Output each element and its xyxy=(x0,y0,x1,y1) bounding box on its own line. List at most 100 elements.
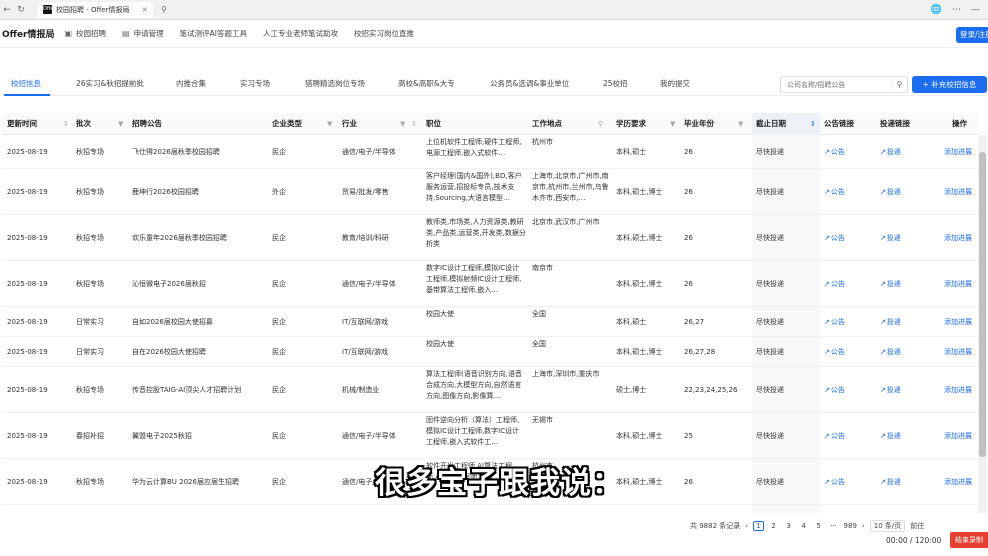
th-location[interactable]: 工作地点 ⚲ xyxy=(532,113,612,135)
filter-icon[interactable]: ▼ xyxy=(327,113,332,135)
add-progress-link[interactable]: 添加进展 xyxy=(944,215,978,261)
apply-link[interactable]: ↗投递 xyxy=(880,307,936,337)
apply-link[interactable]: ↗投递 xyxy=(880,413,936,459)
notice-link[interactable]: ↗公告 xyxy=(824,307,876,337)
search-input[interactable] xyxy=(781,77,891,92)
page-ellipsis[interactable]: ··· xyxy=(829,522,839,530)
nav-direct-referral[interactable]: 校招实习岗位直推 xyxy=(354,28,414,39)
th-apply-link[interactable]: 投递链接 xyxy=(880,113,936,135)
sort-icon[interactable]: ⇕ xyxy=(63,113,69,135)
th-notice-link[interactable]: 公告链接 xyxy=(824,113,876,135)
notice-link[interactable]: ↗公告 xyxy=(824,169,876,215)
add-progress-link[interactable]: 添加进展 xyxy=(944,459,978,505)
th-grad-year[interactable]: 毕业年份 ▼ xyxy=(684,113,750,135)
apply-link[interactable]: ↗投递 xyxy=(880,169,936,215)
apply-link[interactable]: ↗投递 xyxy=(880,215,936,261)
th-batch[interactable]: 批次 ▼ xyxy=(76,113,128,135)
stop-recording-button[interactable]: 结束录制 xyxy=(950,532,988,548)
tab-campus-info[interactable]: 校招信息 xyxy=(11,78,41,89)
back-icon[interactable]: ← xyxy=(0,5,14,15)
page-4[interactable]: 4 xyxy=(799,522,809,530)
login-button[interactable]: 登录/注册 xyxy=(956,27,988,43)
th-industry[interactable]: 行业 ▼ ⇕ xyxy=(342,113,422,135)
page-5[interactable]: 5 xyxy=(814,522,824,530)
next-page-icon[interactable]: › xyxy=(862,522,865,530)
tab-intern[interactable]: 实习专场 xyxy=(240,78,270,89)
globe-icon[interactable]: 🌐 xyxy=(931,5,942,15)
page-1[interactable]: 1 xyxy=(753,521,764,531)
add-campus-info-button[interactable]: + 补充校招信息 xyxy=(912,76,987,93)
th-notice[interactable]: 招聘公告 xyxy=(132,113,262,135)
cell-notice[interactable]: 飞仕得2026届秋季校园招聘 xyxy=(132,135,268,169)
notice-link[interactable]: ↗公告 xyxy=(824,215,876,261)
tab-liepin[interactable]: 猎聘精选岗位专场 xyxy=(305,78,365,89)
nav-campus-recruit[interactable]: ▣ 校园招聘 xyxy=(64,28,106,39)
tab-college[interactable]: 高校&高职&大专 xyxy=(398,78,455,89)
cell-notice[interactable]: 自如2026届校园大使招募 xyxy=(132,307,268,337)
add-progress-link[interactable]: 添加进展 xyxy=(944,413,978,459)
more-icon[interactable]: ⋯ xyxy=(952,5,961,15)
cell-notice[interactable]: 自在2026校园大使招聘 xyxy=(132,337,268,367)
notice-link[interactable]: ↗公告 xyxy=(824,367,876,413)
cell-date: 2025-08-19 xyxy=(7,148,48,156)
apply-link[interactable]: ↗投递 xyxy=(880,261,936,307)
scrollbar-thumb[interactable] xyxy=(979,152,986,457)
filter-icon[interactable]: ▼ xyxy=(670,113,675,135)
page-last[interactable]: 989 xyxy=(844,522,857,530)
filter-icon[interactable]: ▼ xyxy=(400,113,405,135)
filter-icon[interactable]: ▼ xyxy=(118,113,123,135)
cell-notice[interactable]: 欢乐童年2026届秋季校园招聘 xyxy=(132,215,268,261)
cell-date: 2025-08-19 xyxy=(7,386,48,394)
filter-icon[interactable]: ▼ xyxy=(738,113,743,135)
add-progress-link[interactable]: 添加进展 xyxy=(944,261,978,307)
sort-icon[interactable]: ⇕ xyxy=(411,113,417,135)
add-progress-link[interactable]: 添加进展 xyxy=(944,367,978,413)
page-3[interactable]: 3 xyxy=(784,522,794,530)
th-update-time[interactable]: 更新时间 ⇕ xyxy=(7,113,71,135)
apply-link[interactable]: ↗投递 xyxy=(880,459,936,505)
th-deadline[interactable]: 截止日期 ⇕ xyxy=(752,113,820,135)
nav-application-manage[interactable]: ▤ 申请管理 xyxy=(122,28,164,39)
tab-intern-early[interactable]: 26实习&秋招提前批 xyxy=(76,78,144,89)
th-education[interactable]: 学历要求 ▼ xyxy=(616,113,680,135)
notice-link[interactable]: ↗公告 xyxy=(824,135,876,169)
apply-link[interactable]: ↗投递 xyxy=(880,135,936,169)
notice-link[interactable]: ↗公告 xyxy=(824,261,876,307)
page-2[interactable]: 2 xyxy=(769,522,779,530)
tab-25-campus[interactable]: 25校招 xyxy=(603,78,628,89)
cell-notice[interactable]: 传音控股TAIG-AI顶尖人才招聘计划 xyxy=(132,367,268,413)
close-tab-icon[interactable]: × xyxy=(141,5,148,14)
add-progress-link[interactable]: 添加进展 xyxy=(944,307,978,337)
prev-page-icon[interactable]: ‹ xyxy=(745,522,748,530)
cell-notice[interactable]: 鹿坤行2026校园招聘 xyxy=(132,169,268,215)
th-company-type[interactable]: 企业类型 ▼ xyxy=(272,113,336,135)
notice-link[interactable]: ↗公告 xyxy=(824,337,876,367)
add-progress-link[interactable]: 添加进展 xyxy=(944,169,978,215)
browser-tab[interactable]: Offer 校园招聘 - Offer情报局 × xyxy=(38,1,153,18)
add-progress-link[interactable]: 添加进展 xyxy=(944,135,978,169)
notice-link[interactable]: ↗公告 xyxy=(824,459,876,505)
page-size-select[interactable]: 10 条/页 xyxy=(869,520,906,532)
tab-civil-service[interactable]: 公务员&选调&事业单位 xyxy=(490,78,569,89)
apply-link[interactable]: ↗投递 xyxy=(880,337,936,367)
nav-ai-tool[interactable]: 笔试测评AI答题工具 xyxy=(180,28,247,39)
apply-link[interactable]: ↗投递 xyxy=(880,367,936,413)
search-icon[interactable]: ⚲ xyxy=(891,80,907,89)
tab-referral[interactable]: 内推合集 xyxy=(176,78,206,89)
tab-search-icon[interactable]: ⚲ xyxy=(161,5,167,14)
notice-link[interactable]: ↗公告 xyxy=(824,413,876,459)
search-icon[interactable]: ⚲ xyxy=(598,113,603,135)
cell-notice[interactable]: 翼盟电子2025秋招 xyxy=(132,413,268,459)
link-icon: ↗ xyxy=(880,478,886,486)
reload-icon[interactable]: ↻ xyxy=(14,5,28,15)
site-logo[interactable]: Offer情报局 xyxy=(2,27,54,40)
th-position[interactable]: 职位 xyxy=(426,113,530,135)
sort-icon[interactable]: ⇕ xyxy=(810,113,816,135)
cell-notice[interactable]: 沁恒微电子2026届秋招 xyxy=(132,261,268,307)
nav-teacher-help[interactable]: 人工专业老师笔试助攻 xyxy=(263,28,338,39)
minimize-icon[interactable]: — xyxy=(971,5,980,15)
tab-my-submission[interactable]: 我的提交 xyxy=(660,78,690,89)
cell-notice[interactable]: 华为云计算BU 2026届应届生招聘 xyxy=(132,459,268,505)
add-progress-link[interactable]: 添加进展 xyxy=(944,337,978,367)
link-icon: ↗ xyxy=(824,386,830,394)
